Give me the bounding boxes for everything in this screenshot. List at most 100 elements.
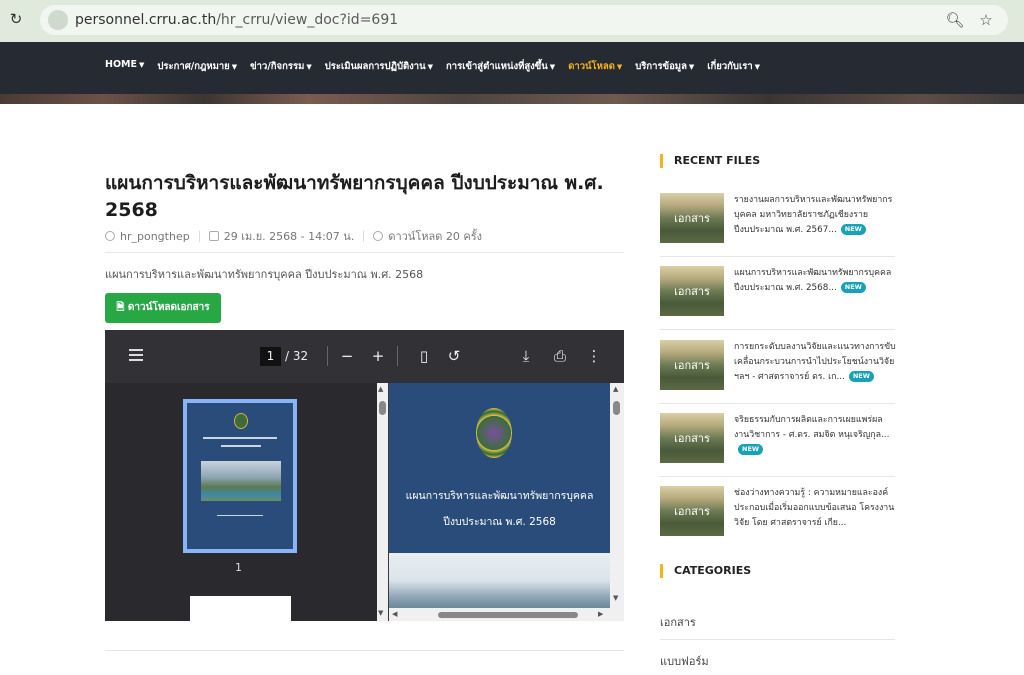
- recent-file-item[interactable]: เอกสาร รายงานผลการบริหารและพัฒนาทรัพยากรบ…: [660, 193, 895, 245]
- download-document-button[interactable]: 🗎︎ ดาวน์โหลดเอกสาร: [105, 293, 221, 323]
- toolbar-divider: [397, 346, 398, 366]
- new-badge: NEW: [848, 371, 874, 382]
- file-thumbnail[interactable]: เอกสาร: [660, 413, 724, 463]
- reload-icon[interactable]: ↻: [7, 10, 25, 28]
- nav-item-5[interactable]: ดาวน์โหลด ▼: [568, 59, 622, 74]
- file-title-link[interactable]: การยกระดับบลงานวิจัยและแนวทางการขับเคลื่…: [734, 340, 896, 385]
- nav-item-3[interactable]: ประเมินผลการปฏิบัติงาน ▼: [325, 59, 433, 74]
- address-bar[interactable]: personnel.crru.ac.th/hr_crru/view_doc?id…: [40, 5, 1008, 35]
- url-text[interactable]: personnel.crru.ac.th/hr_crru/view_doc?id…: [75, 12, 398, 28]
- scroll-left-icon[interactable]: ◀: [392, 610, 397, 618]
- fit-page-icon[interactable]: ▯: [414, 345, 434, 367]
- page-title: แผนการบริหารและพัฒนาทรัพยากรบุคคล ปีงบปร…: [105, 172, 604, 221]
- thumbnail-sidebar: 1: [105, 383, 377, 621]
- nav-item-4[interactable]: การเข้าสู่ตำแหน่งที่สูงขึ้น ▼: [446, 59, 555, 74]
- chevron-down-icon: ▼: [231, 63, 238, 71]
- zoom-out-icon[interactable]: −: [337, 345, 357, 367]
- nav-item-label: ประเมินผลการปฏิบัติงาน: [324, 61, 426, 72]
- scroll-down-icon[interactable]: ▼: [378, 609, 383, 617]
- chevron-down-icon: ▼: [688, 63, 695, 71]
- file-title-link[interactable]: รายงานผลการบริหารและพัฒนาทรัพยากรบุคคล ม…: [734, 193, 896, 238]
- divider: [660, 256, 895, 257]
- zoom-search-icon[interactable]: 🔍︎: [945, 10, 965, 30]
- menu-icon[interactable]: [129, 349, 143, 361]
- page-scrollbar[interactable]: ▲ ▼: [610, 383, 624, 621]
- new-badge: NEW: [738, 444, 764, 455]
- thumbnail-text-line: [203, 437, 277, 439]
- file-thumbnail[interactable]: เอกสาร: [660, 486, 724, 536]
- page-thumbnail-1[interactable]: [183, 399, 297, 553]
- recent-file-item[interactable]: เอกสาร ช่องว่างทางความรู้ : ความหมายและอง…: [660, 486, 895, 538]
- nav-item-label: HOME: [105, 59, 137, 70]
- file-title-link[interactable]: จริยธรรมกับการผลิตและการเผยแพร่ผลงานวิชา…: [734, 413, 896, 458]
- site-info-icon[interactable]: [48, 10, 68, 30]
- print-icon[interactable]: ⎙: [550, 345, 570, 367]
- file-title: ช่องว่างทางความรู้ : ความหมายและองค์ประก…: [734, 488, 895, 528]
- divider: [105, 650, 624, 651]
- nav-item-2[interactable]: ข่าว/กิจกรรม ▼: [250, 59, 312, 74]
- download-count: ดาวน์โหลด 20 ครั้ง: [388, 230, 483, 243]
- file-title: รายงานผลการบริหารและพัฒนาทรัพยากรบุคคล ม…: [734, 195, 893, 235]
- url-host: personnel.crru.ac.th: [75, 12, 217, 28]
- nav-menu: HOME ▼ ประกาศ/กฎหมาย ▼ ข่าว/กิจกรรม ▼ ประเมินผ…: [105, 59, 773, 74]
- recent-file-item[interactable]: เอกสาร การยกระดับบลงานวิจัยและแนวทางการขั…: [660, 340, 896, 392]
- new-badge: NEW: [840, 282, 866, 293]
- recent-file-item[interactable]: เอกสาร จริยธรรมกับการผลิตและการเผยแพร่ผลง…: [660, 413, 895, 465]
- nav-item-0[interactable]: HOME ▼: [105, 59, 144, 74]
- divider: [660, 403, 895, 404]
- download-icon[interactable]: ⤓: [516, 345, 536, 367]
- author-name: hr_pongthep: [120, 229, 190, 243]
- scrollbar-thumb[interactable]: [379, 401, 386, 415]
- page-thumbnail-2[interactable]: [190, 596, 291, 621]
- nav-item-label: บริการข้อมูล: [635, 61, 687, 72]
- meta-divider: [363, 230, 365, 242]
- file-thumbnail[interactable]: เอกสาร: [660, 266, 724, 316]
- chevron-down-icon: ▼: [616, 63, 623, 71]
- post-description: แผนการบริหารและพัฒนาทรัพยากรบุคคล ปีงบปร…: [105, 268, 424, 281]
- category-link[interactable]: แบบฟอร์ม: [660, 652, 709, 670]
- nav-item-label: ประกาศ/กฎหมาย: [157, 61, 230, 72]
- more-icon[interactable]: ⋮: [584, 345, 604, 367]
- page-number-input[interactable]: 1: [260, 347, 281, 366]
- main-navigation: HOME ▼ ประกาศ/กฎหมาย ▼ ข่าว/กิจกรรม ▼ ประเมินผ…: [0, 42, 1024, 94]
- post-meta: hr_pongthep 29 เม.ย. 2568 - 14:07 น. ดาว…: [105, 227, 482, 245]
- chevron-down-icon: ▼: [306, 63, 312, 71]
- download-button-label: ดาวน์โหลดเอกสาร: [127, 302, 210, 313]
- scroll-down-icon[interactable]: ▼: [613, 594, 618, 602]
- file-thumbnail[interactable]: เอกสาร: [660, 193, 724, 243]
- nav-item-6[interactable]: บริการข้อมูล ▼: [635, 59, 694, 74]
- nav-item-1[interactable]: ประกาศ/กฎหมาย ▼: [157, 59, 237, 74]
- url-path: /hr_crru/view_doc?id=691: [216, 12, 399, 28]
- thumbnail-page-number: 1: [235, 561, 242, 574]
- browser-toolbar: ↻ personnel.crru.ac.th/hr_crru/view_doc?…: [0, 0, 1024, 42]
- file-title: จริยธรรมกับการผลิตและการเผยแพร่ผลงานวิชา…: [734, 415, 890, 440]
- divider: [660, 476, 895, 477]
- scroll-right-icon[interactable]: ▶: [598, 610, 603, 618]
- scrollbar-thumb[interactable]: [613, 401, 620, 415]
- nav-item-7[interactable]: เกี่ยวกับเรา ▼: [707, 59, 760, 74]
- page-total: / 32: [285, 349, 309, 363]
- scrollbar-thumb[interactable]: [438, 612, 578, 618]
- horizontal-scrollbar[interactable]: ◀ ▶: [389, 608, 610, 621]
- scroll-up-icon[interactable]: ▲: [378, 385, 383, 393]
- thumbnail-photo: [201, 461, 281, 501]
- chevron-down-icon: ▼: [138, 61, 145, 69]
- rotate-icon[interactable]: ↺: [444, 345, 464, 367]
- file-title-link[interactable]: แผนการบริหารและพัฒนาทรัพยากรบุคคล ปีงบปร…: [734, 266, 896, 296]
- bookmark-star-icon[interactable]: ☆: [976, 10, 996, 30]
- pdf-viewer[interactable]: 1 / 32 − + ▯ ↺ ⤓ ⎙ ⋮ 1 ▲ ▼ แผนการบริหารแ…: [105, 330, 624, 621]
- post-date: 29 เม.ย. 2568 - 14:07 น.: [223, 230, 355, 243]
- thumbnail-scrollbar[interactable]: ▲ ▼: [377, 383, 388, 621]
- category-link[interactable]: เอกสาร: [660, 613, 696, 631]
- pdf-page-title: แผนการบริหารและพัฒนาทรัพยากรบุคคล: [405, 490, 594, 502]
- zoom-in-icon[interactable]: +: [368, 345, 388, 367]
- comment-icon: [373, 231, 384, 241]
- scroll-up-icon[interactable]: ▲: [613, 385, 618, 393]
- file-title-link[interactable]: ช่องว่างทางความรู้ : ความหมายและองค์ประก…: [734, 486, 896, 531]
- file-thumbnail-label: เอกสาร: [674, 432, 710, 445]
- recent-file-item[interactable]: เอกสาร แผนการบริหารและพัฒนาทรัพยากรบุคคล …: [660, 266, 895, 318]
- nav-item-label: เกี่ยวกับเรา: [707, 61, 753, 72]
- file-title: แผนการบริหารและพัฒนาทรัพยากรบุคคล ปีงบปร…: [734, 268, 892, 293]
- file-thumbnail[interactable]: เอกสาร: [660, 340, 724, 390]
- thumbnail-text-line: [217, 515, 263, 516]
